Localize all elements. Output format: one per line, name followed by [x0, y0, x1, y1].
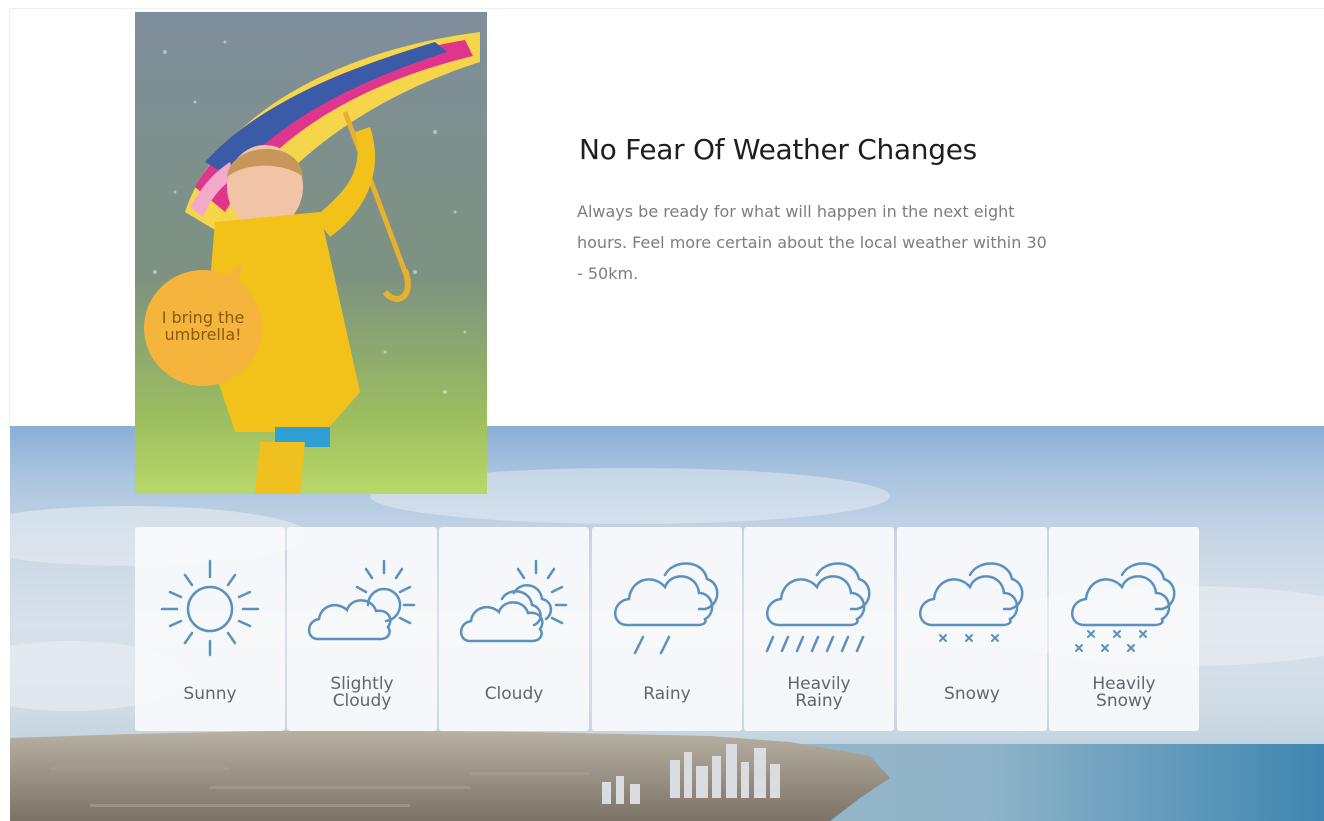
- feature-title: No Fear Of Weather Changes: [579, 133, 977, 166]
- heavy-rain-icon: [765, 562, 871, 653]
- weather-card-snowy[interactable]: Snowy: [897, 527, 1047, 731]
- heavy-snow-icon: [1071, 562, 1176, 652]
- sun-icon: [160, 559, 260, 657]
- weather-card-rainy[interactable]: Rainy: [592, 527, 742, 731]
- speech-bubble: I bring the umbrella!: [144, 270, 262, 386]
- weather-card-heavily-rainy[interactable]: Heavily Rainy: [744, 527, 894, 731]
- weather-feature-section: I bring the umbrella! No Fear Of Weather…: [0, 0, 1324, 821]
- feature-description: Always be ready for what will happen in …: [577, 202, 1047, 283]
- weather-label: Slightly Cloudy: [330, 674, 394, 711]
- snow-icon: [919, 562, 1024, 642]
- weather-card-sunny[interactable]: Sunny: [135, 527, 285, 731]
- partly-cloudy-icon: [307, 559, 416, 641]
- weather-label: Heavily Snowy: [1092, 674, 1156, 711]
- speech-bubble-text: I bring the umbrella!: [161, 308, 245, 344]
- weather-label: Snowy: [944, 684, 1000, 704]
- rain-icon: [614, 562, 719, 655]
- weather-card-cloudy[interactable]: Cloudy: [439, 527, 589, 731]
- weather-label: Rainy: [643, 684, 691, 704]
- left-divider: [9, 8, 10, 428]
- weather-card-heavily-snowy[interactable]: Heavily Snowy: [1049, 527, 1199, 731]
- weather-label: Sunny: [183, 684, 237, 704]
- weather-label: Heavily Rainy: [787, 674, 851, 711]
- weather-card-slightly-cloudy[interactable]: Slightly Cloudy: [287, 527, 437, 731]
- cloudy-icon: [459, 559, 568, 643]
- weather-label: Cloudy: [484, 684, 544, 704]
- top-divider: [10, 8, 1324, 9]
- child-umbrella-photo: [135, 12, 487, 494]
